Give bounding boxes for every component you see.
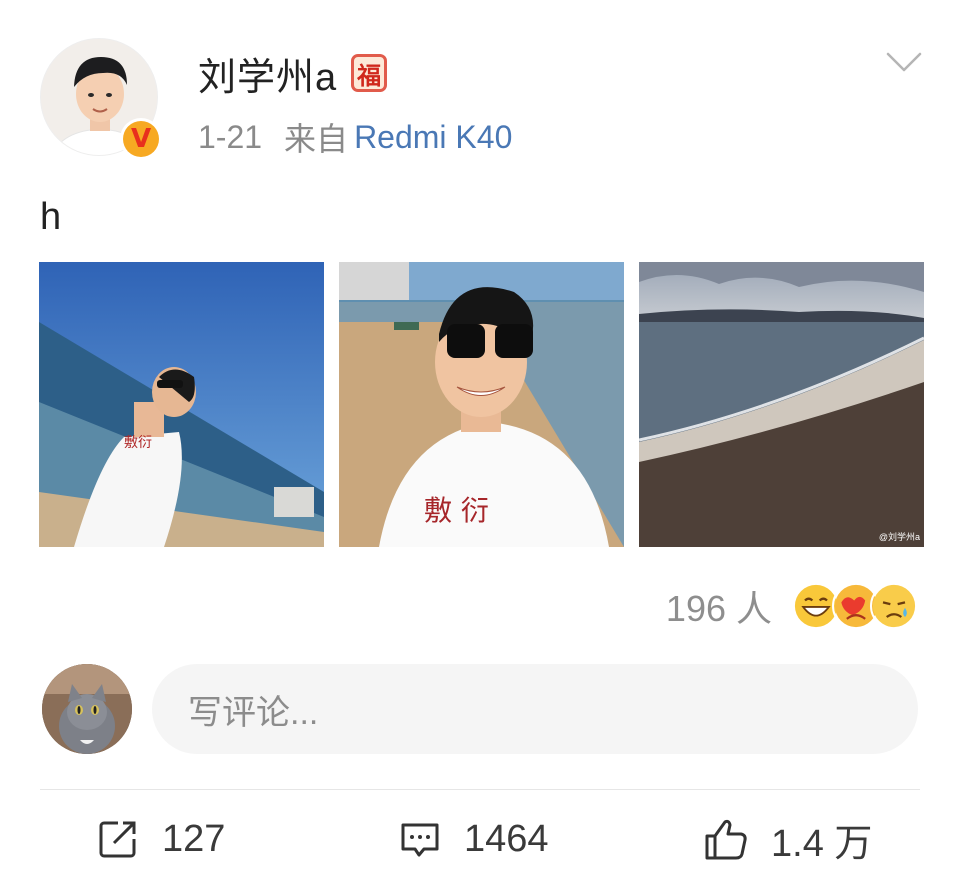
fu-badge-icon[interactable]: 福 [351,54,388,92]
reaction-emoji-stack [792,580,918,632]
comment-input[interactable]: 写评论... [152,664,918,754]
my-avatar[interactable] [42,664,132,754]
photo-grid: 敷衍 敷 衍 @刘学州a [39,262,924,547]
divider [40,789,920,790]
thumbs-up-icon [705,819,747,860]
svg-text:敷衍: 敷衍 [124,435,152,451]
post-date: 1-21 [198,118,263,155]
comment-button[interactable]: 1464 [398,812,549,866]
chevron-down-icon[interactable] [886,48,922,76]
post-device-link[interactable]: Redmi K40 [354,119,512,156]
photo-shoreline[interactable]: @刘学州a [639,262,924,547]
post-text: h [40,196,62,238]
verified-badge: V [120,118,162,160]
comment-icon [401,823,439,857]
svg-text:敷 衍: 敷 衍 [424,494,489,527]
repost-button[interactable]: 127 [96,812,225,866]
sad-icon [870,582,918,630]
post-source-label: 来自 [284,121,349,157]
post-meta: 1-21 来自 Redmi K40 [198,114,512,160]
like-button[interactable]: 1.4 万 [703,812,872,866]
username[interactable]: 刘学州a [198,46,337,101]
reaction-summary[interactable]: 196 人 [666,578,918,634]
photo-boy-sky-sea[interactable]: 敷衍 [39,262,324,547]
photo-selfie-beach[interactable]: 敷 衍 [339,262,624,547]
username-row: 刘学州a 福 [198,50,388,99]
photo-watermark: @刘学州a [878,532,920,542]
comment-count: 1464 [464,817,549,860]
author-avatar[interactable]: V [40,38,162,160]
share-icon [99,821,136,858]
weibo-post-card: V 刘学州a 福 1-21 来自 Redmi K40 h 敷衍 敷 衍 @刘学州… [0,0,960,881]
repost-count: 127 [162,817,226,860]
verified-v-icon: V [123,121,159,157]
like-count: 1.4 万 [771,822,873,865]
reaction-count: 196 人 [665,588,772,629]
